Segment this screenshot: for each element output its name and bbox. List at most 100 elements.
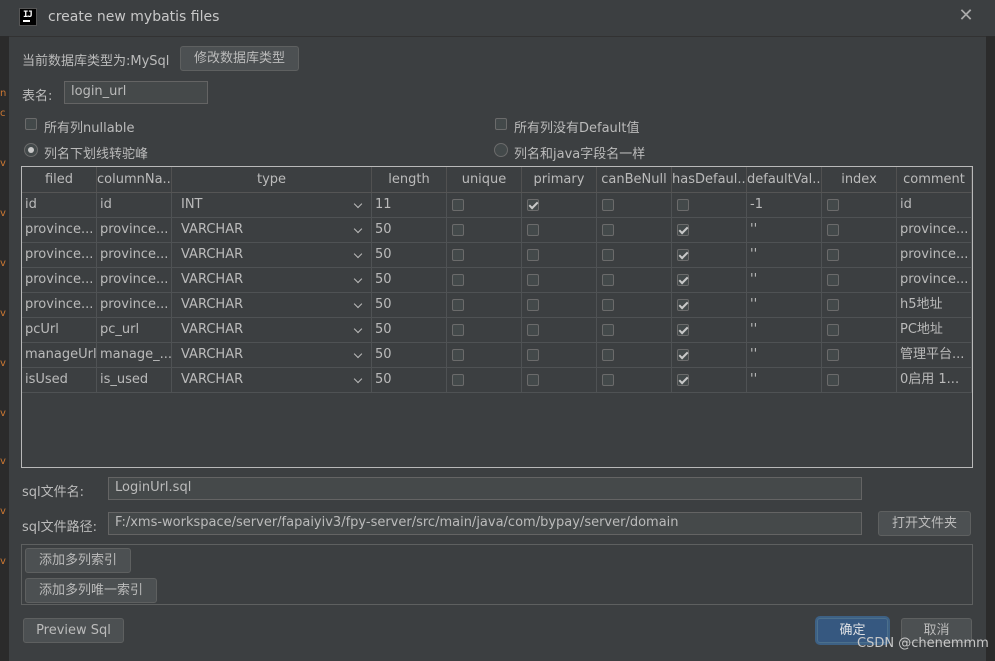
hasDefault-checkbox[interactable] bbox=[677, 274, 689, 286]
canBeNull-checkbox[interactable] bbox=[602, 324, 614, 336]
primary-checkbox[interactable] bbox=[527, 274, 539, 286]
col-length-cell[interactable]: 50 bbox=[372, 268, 447, 292]
col-index-cell[interactable] bbox=[822, 368, 897, 392]
index-checkbox[interactable] bbox=[827, 374, 839, 386]
col-column-name-header[interactable]: columnNa... bbox=[97, 167, 172, 192]
col-comment-cell[interactable]: PC地址 bbox=[897, 318, 972, 342]
col-primary-cell[interactable] bbox=[522, 243, 597, 267]
canBeNull-checkbox[interactable] bbox=[602, 274, 614, 286]
table-row[interactable]: pcUrl pc_url VARCHAR 50 '' PC地址 bbox=[22, 318, 972, 343]
table-row[interactable]: isUsed is_used VARCHAR 50 '' 0启用 1... bbox=[22, 368, 972, 393]
primary-checkbox[interactable] bbox=[527, 349, 539, 361]
col-has-default-cell[interactable] bbox=[672, 343, 747, 367]
primary-checkbox[interactable] bbox=[527, 374, 539, 386]
table-name-input[interactable]: login_url bbox=[64, 81, 208, 104]
col-default-value-cell[interactable]: '' bbox=[747, 243, 822, 267]
index-checkbox[interactable] bbox=[827, 199, 839, 211]
col-primary-cell[interactable] bbox=[522, 293, 597, 317]
hasDefault-checkbox[interactable] bbox=[677, 199, 689, 211]
primary-checkbox[interactable] bbox=[527, 324, 539, 336]
primary-checkbox[interactable] bbox=[527, 299, 539, 311]
col-default-value-cell[interactable]: '' bbox=[747, 343, 822, 367]
hasDefault-checkbox[interactable] bbox=[677, 374, 689, 386]
col-unique-cell[interactable] bbox=[447, 193, 522, 217]
index-checkbox[interactable] bbox=[827, 349, 839, 361]
canBeNull-checkbox[interactable] bbox=[602, 299, 614, 311]
no-default-checkbox[interactable] bbox=[495, 118, 507, 130]
col-filed-cell[interactable]: isUsed bbox=[22, 368, 97, 392]
col-length-cell[interactable]: 50 bbox=[372, 243, 447, 267]
col-filed-cell[interactable]: province... bbox=[22, 218, 97, 242]
col-index-cell[interactable] bbox=[822, 218, 897, 242]
col-has-default-cell[interactable] bbox=[672, 293, 747, 317]
chevron-down-icon[interactable] bbox=[353, 299, 363, 309]
unique-checkbox[interactable] bbox=[452, 249, 464, 261]
canBeNull-checkbox[interactable] bbox=[602, 349, 614, 361]
col-unique-cell[interactable] bbox=[447, 368, 522, 392]
table-row[interactable]: province... province... VARCHAR 50 '' provinc… bbox=[22, 268, 972, 293]
col-default-value-cell[interactable]: '' bbox=[747, 218, 822, 242]
table-row[interactable]: id id INT 11 -1 id bbox=[22, 193, 972, 218]
canBeNull-checkbox[interactable] bbox=[602, 199, 614, 211]
col-comment-cell[interactable]: 管理平台... bbox=[897, 343, 972, 367]
unique-checkbox[interactable] bbox=[452, 299, 464, 311]
primary-checkbox[interactable] bbox=[527, 199, 539, 211]
col-index-cell[interactable] bbox=[822, 343, 897, 367]
col-index-cell[interactable] bbox=[822, 293, 897, 317]
col-primary-cell[interactable] bbox=[522, 218, 597, 242]
col-has-default-cell[interactable] bbox=[672, 268, 747, 292]
col-column-name-cell[interactable]: province... bbox=[97, 268, 172, 292]
col-can-be-null-cell[interactable] bbox=[597, 218, 672, 242]
unique-checkbox[interactable] bbox=[452, 374, 464, 386]
col-type-cell[interactable]: VARCHAR bbox=[172, 293, 372, 317]
index-checkbox[interactable] bbox=[827, 274, 839, 286]
sql-file-input[interactable]: LoginUrl.sql bbox=[108, 477, 862, 500]
canBeNull-checkbox[interactable] bbox=[602, 249, 614, 261]
add-multi-index-button[interactable]: 添加多列索引 bbox=[25, 548, 131, 573]
unique-checkbox[interactable] bbox=[452, 224, 464, 236]
col-column-name-cell[interactable]: province... bbox=[97, 293, 172, 317]
index-checkbox[interactable] bbox=[827, 299, 839, 311]
table-row[interactable]: province... province... VARCHAR 50 '' provinc… bbox=[22, 218, 972, 243]
col-unique-cell[interactable] bbox=[447, 218, 522, 242]
col-comment-cell[interactable]: province... bbox=[897, 218, 972, 242]
col-comment-cell[interactable]: 0启用 1... bbox=[897, 368, 972, 392]
col-index-cell[interactable] bbox=[822, 193, 897, 217]
chevron-down-icon[interactable] bbox=[353, 374, 363, 384]
table-row[interactable]: province... province... VARCHAR 50 '' h5地址 bbox=[22, 293, 972, 318]
change-db-type-button[interactable]: 修改数据库类型 bbox=[180, 46, 299, 71]
canBeNull-checkbox[interactable] bbox=[602, 224, 614, 236]
hasDefault-checkbox[interactable] bbox=[677, 299, 689, 311]
col-type-cell[interactable]: VARCHAR bbox=[172, 218, 372, 242]
col-filed-cell[interactable]: province... bbox=[22, 293, 97, 317]
col-length-cell[interactable]: 11 bbox=[372, 193, 447, 217]
table-row[interactable]: manageUrl manage_... VARCHAR 50 '' 管理平台... bbox=[22, 343, 972, 368]
col-column-name-cell[interactable]: province... bbox=[97, 243, 172, 267]
all-nullable-checkbox[interactable] bbox=[25, 118, 37, 130]
col-type-cell[interactable]: VARCHAR bbox=[172, 318, 372, 342]
unique-checkbox[interactable] bbox=[452, 274, 464, 286]
col-unique-header[interactable]: unique bbox=[447, 167, 522, 192]
index-checkbox[interactable] bbox=[827, 224, 839, 236]
col-default-value-cell[interactable]: -1 bbox=[747, 193, 822, 217]
hasDefault-checkbox[interactable] bbox=[677, 224, 689, 236]
hasDefault-checkbox[interactable] bbox=[677, 249, 689, 261]
col-type-cell[interactable]: VARCHAR bbox=[172, 368, 372, 392]
col-filed-header[interactable]: filed bbox=[22, 167, 97, 192]
col-can-be-null-cell[interactable] bbox=[597, 318, 672, 342]
col-length-header[interactable]: length bbox=[372, 167, 447, 192]
col-can-be-null-cell[interactable] bbox=[597, 293, 672, 317]
col-has-default-cell[interactable] bbox=[672, 193, 747, 217]
col-default-value-cell[interactable]: '' bbox=[747, 268, 822, 292]
hasDefault-checkbox[interactable] bbox=[677, 349, 689, 361]
chevron-down-icon[interactable] bbox=[353, 324, 363, 334]
col-length-cell[interactable]: 50 bbox=[372, 318, 447, 342]
col-can-be-null-cell[interactable] bbox=[597, 268, 672, 292]
col-comment-cell[interactable]: h5地址 bbox=[897, 293, 972, 317]
add-multi-unique-index-button[interactable]: 添加多列唯一索引 bbox=[25, 578, 157, 603]
col-column-name-cell[interactable]: is_used bbox=[97, 368, 172, 392]
col-has-default-cell[interactable] bbox=[672, 368, 747, 392]
col-can-be-null-cell[interactable] bbox=[597, 368, 672, 392]
col-index-cell[interactable] bbox=[822, 318, 897, 342]
col-unique-cell[interactable] bbox=[447, 343, 522, 367]
